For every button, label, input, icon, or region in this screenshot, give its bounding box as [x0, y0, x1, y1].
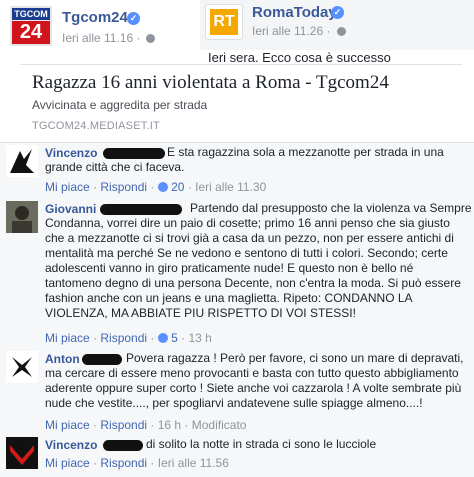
comment-text-line: tantomeno degno di una persona Decente, … [45, 276, 461, 290]
right-post-timestamp[interactable]: Ieri alle 11.26 · [252, 24, 331, 38]
romatoday-page-name[interactable]: RomaToday [252, 4, 337, 21]
like-link[interactable]: Mi piace [45, 418, 90, 432]
comment-time[interactable]: Ieri alle 11.56 [158, 456, 229, 470]
comment-actions: Mi piace · Rispondi · 20 · Ieri alle 11.… [45, 180, 267, 194]
romatoday-logo: RT [210, 9, 238, 35]
commenter-avatar[interactable] [6, 201, 38, 233]
comment-text-line: fashion anche con un jeans e una magliet… [45, 291, 413, 305]
comment-text-line: Partendo dal presupposto che la violenza… [190, 201, 472, 215]
like-count[interactable]: 20 [171, 180, 184, 194]
comment-text-line: di solito la notte in strada ci sono le … [146, 437, 377, 451]
comment-time[interactable]: Ieri alle 11.30 [195, 180, 266, 194]
comment-text-line: mentalità ma perché Se ne vedono e sento… [45, 246, 448, 260]
comment-text-line: ma cercare di essere meno provocanti e b… [45, 366, 459, 380]
comment-author[interactable]: Giovanni [45, 202, 96, 216]
commenter-avatar[interactable] [6, 145, 38, 177]
like-link[interactable]: Mi piace [45, 331, 90, 345]
comment-author[interactable]: Anton [45, 352, 80, 366]
thumbs-up-icon [157, 333, 168, 343]
left-post-timestamp[interactable]: Ieri alle 11.16 · [62, 31, 141, 45]
reply-link[interactable]: Rispondi [100, 456, 147, 470]
comment-text-line: aderente oppure super corto ! Siete anch… [45, 381, 462, 395]
romatoday-avatar[interactable]: RT [205, 4, 243, 40]
comment-text-line: grande città che ci faceva. [45, 160, 185, 174]
globe-icon [146, 34, 155, 43]
globe-icon [337, 27, 346, 36]
comment-author[interactable]: Vincenzo [45, 438, 97, 452]
comment-text-line: Povera ragazza ! Però per favore, ci son… [126, 351, 464, 365]
tgcom24-avatar[interactable]: TGCOM 24 [10, 6, 52, 46]
screenshot: TGCOM 24 Tgcom24 ✓ Ieri alle 11.16 · RT … [0, 0, 474, 477]
reply-link[interactable]: Rispondi [100, 418, 147, 432]
link-title[interactable]: Ragazza 16 anni violentata a Roma - Tgco… [32, 72, 389, 94]
tgcom24-page-name[interactable]: Tgcom24 [62, 9, 128, 26]
verified-badge-icon: ✓ [331, 6, 344, 19]
reply-link[interactable]: Rispondi [100, 331, 147, 345]
link-subtitle: Avvicinata e aggredita per strada [32, 98, 208, 112]
link-domain: TGCOM24.MEDIASET.IT [32, 120, 160, 132]
comment-text-line: E sta ragazzina sola a mezzanotte per st… [167, 145, 444, 159]
comment-time[interactable]: 16 h [158, 418, 181, 432]
edited-label[interactable]: Modificato [192, 418, 247, 432]
comment-actions: Mi piace · Rispondi · 16 h · Modificato [45, 418, 247, 432]
redaction-bar [103, 440, 143, 451]
redaction-bar [100, 204, 182, 215]
commenter-avatar[interactable] [6, 437, 38, 469]
comment-text-line: Condanna, vorrei dire un paio di cosette… [45, 216, 450, 230]
comment-text-line: nude che vestite...., per spogliarvi and… [45, 396, 423, 410]
comment-text-line: VIOLENZA, MA ABBIATE PIU RISPETTO DI VOI… [45, 306, 356, 320]
like-link[interactable]: Mi piace [45, 180, 90, 194]
redaction-bar [82, 354, 122, 365]
commenter-avatar[interactable] [6, 351, 38, 383]
comment-text-line: che a mezzanotte ci si trovi già a casa … [45, 231, 454, 245]
post-text: Ieri sera. Ecco cosa è successo [208, 50, 391, 65]
comment-author[interactable]: Vincenzo [45, 146, 97, 160]
tgcom24-logo-top: TGCOM [12, 8, 50, 20]
like-link[interactable]: Mi piace [45, 456, 90, 470]
verified-badge-icon: ✓ [127, 12, 140, 25]
like-count[interactable]: 5 [171, 331, 178, 345]
redaction-bar [103, 148, 165, 159]
comment-time[interactable]: 13 h [188, 331, 211, 345]
comment-actions: Mi piace · Rispondi · 5 · 13 h [45, 331, 212, 345]
reply-link[interactable]: Rispondi [100, 180, 147, 194]
comment-text-line: adolescenti vanno in giro praticamente n… [45, 261, 414, 275]
tgcom24-logo-bottom: 24 [12, 21, 50, 44]
thumbs-up-icon [157, 182, 168, 192]
comment-actions: Mi piace · Rispondi · Ieri alle 11.56 [45, 456, 229, 470]
